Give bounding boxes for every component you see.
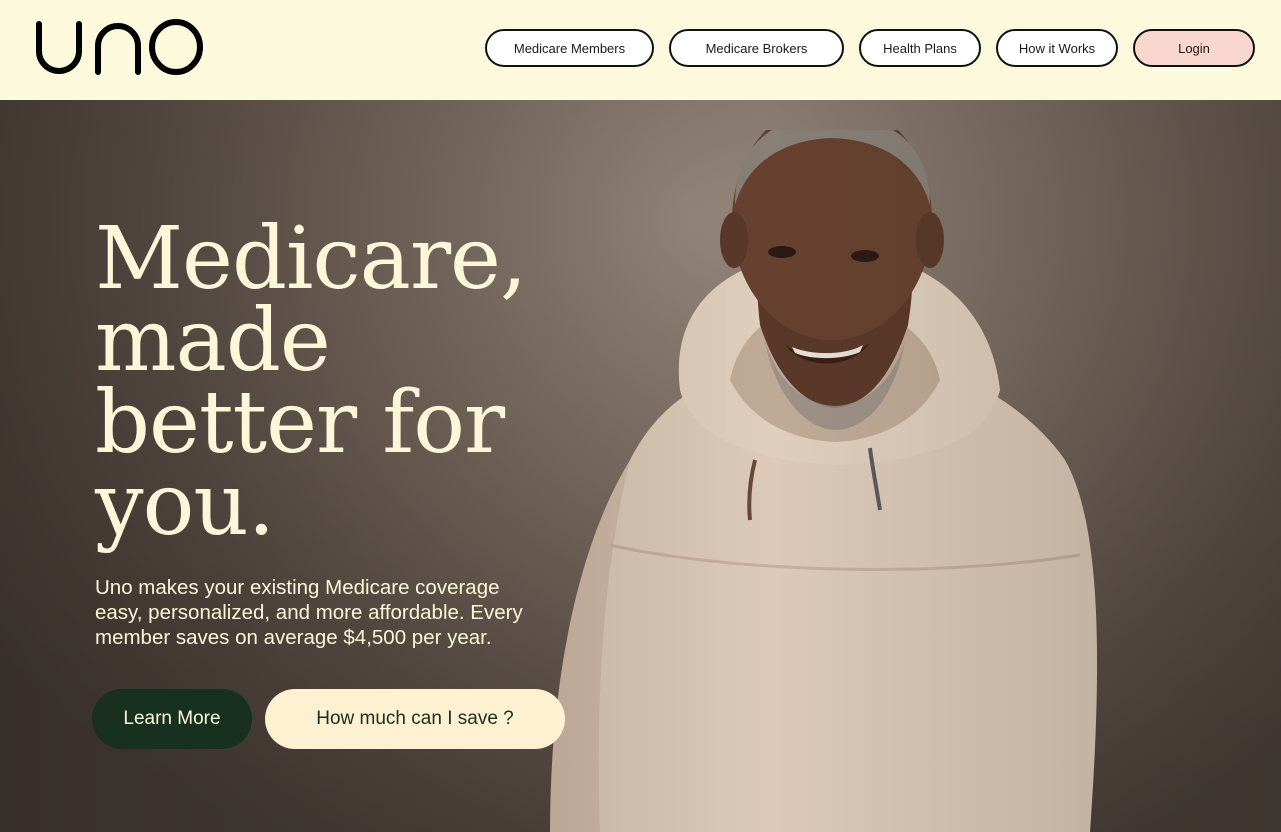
hero-subtext: Uno makes your existing Medicare coverag…: [95, 575, 575, 650]
site-header: uno Medicare Members Medicare Brokers He…: [0, 0, 1281, 100]
headline-line: you.: [95, 455, 275, 555]
nav-health-plans[interactable]: Health Plans: [859, 29, 981, 67]
nav-medicare-brokers[interactable]: Medicare Brokers: [669, 29, 844, 67]
uno-logo[interactable]: uno: [35, 18, 203, 78]
nav-how-it-works[interactable]: How it Works: [996, 29, 1118, 67]
hero-headline: Medicare, made better for you.: [95, 216, 615, 548]
nav-medicare-members[interactable]: Medicare Members: [485, 29, 654, 67]
hero-section: Medicare, made better for you. Uno makes…: [0, 100, 1281, 832]
subtext-line: Uno makes your existing Medicare coverag…: [95, 576, 500, 599]
subtext-line: member saves on average $4,500 per year.: [95, 626, 492, 649]
subtext-line: easy, personalized, and more affordable.…: [95, 601, 523, 624]
login-button[interactable]: Login: [1133, 29, 1255, 67]
savings-calculator-button[interactable]: How much can I save ?: [265, 689, 565, 749]
learn-more-button[interactable]: Learn More: [92, 689, 252, 749]
